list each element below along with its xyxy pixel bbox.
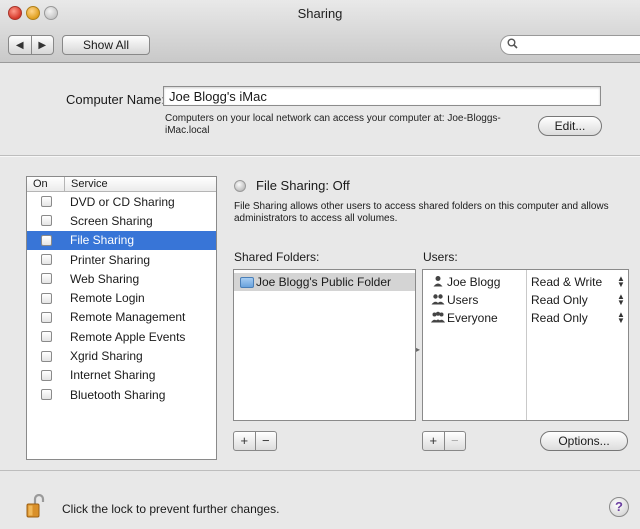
search-icon <box>507 38 518 52</box>
window-title: Sharing <box>297 6 343 21</box>
service-label: Remote Apple Events <box>70 329 186 344</box>
split-resize-handle[interactable]: ▸ <box>416 345 420 354</box>
service-row[interactable]: Remote Management <box>27 308 216 327</box>
file-sharing-status: File Sharing: Off <box>256 178 350 193</box>
service-row[interactable]: Bluetooth Sharing <box>27 385 216 404</box>
service-row[interactable]: Xgrid Sharing <box>27 346 216 365</box>
service-list-header: On Service <box>27 177 216 192</box>
add-folder-button[interactable]: + <box>234 432 255 450</box>
service-label: Internet Sharing <box>70 368 156 383</box>
folder-name: Joe Blogg's Public Folder <box>256 275 392 289</box>
service-checkbox[interactable] <box>41 389 52 401</box>
updown-arrows-icon[interactable]: ▲ ▼ <box>617 293 625 307</box>
users-label: Users: <box>423 250 458 264</box>
service-row[interactable]: Remote Login <box>27 288 216 307</box>
search-input[interactable] <box>500 35 640 55</box>
service-checkbox[interactable] <box>41 369 52 381</box>
lock-icon[interactable] <box>26 493 46 518</box>
updown-arrows-icon[interactable]: ▲ ▼ <box>617 275 625 289</box>
file-sharing-description: File Sharing allows other users to acces… <box>234 201 609 224</box>
service-checkbox[interactable] <box>41 254 52 266</box>
nav-buttons: ◀ ▶ <box>8 35 54 55</box>
computer-name-field[interactable]: Joe Blogg's iMac <box>163 86 601 106</box>
folder-icon <box>240 276 254 288</box>
service-label: Bluetooth Sharing <box>70 387 166 402</box>
add-user-button[interactable]: + <box>423 432 444 450</box>
updown-arrows-icon[interactable]: ▲ ▼ <box>617 311 625 325</box>
service-row[interactable]: Web Sharing <box>27 269 216 288</box>
service-label: DVD or CD Sharing <box>70 194 175 209</box>
permission-select[interactable]: Read Only <box>531 293 588 307</box>
divider-highlight <box>0 156 640 157</box>
service-label: File Sharing <box>70 233 135 248</box>
service-row[interactable]: Printer Sharing <box>27 250 216 269</box>
status-indicator-icon <box>234 180 246 192</box>
table-row[interactable]: Users Read Only ▲ ▼ <box>423 291 628 309</box>
forward-button[interactable]: ▶ <box>30 36 54 54</box>
service-label: Web Sharing <box>70 271 140 286</box>
service-row[interactable]: DVD or CD Sharing <box>27 192 216 211</box>
edit-button[interactable]: Edit... <box>538 116 602 136</box>
computer-name-label: Computer Name: <box>66 92 165 107</box>
computer-address-text: Computers on your local network can acce… <box>165 113 501 136</box>
user-name: Users <box>447 293 479 307</box>
service-checkbox[interactable] <box>41 215 52 227</box>
remove-user-button[interactable]: − <box>443 432 466 450</box>
user-name: Everyone <box>447 311 498 325</box>
column-header-on[interactable]: On <box>27 177 65 191</box>
service-list: On Service DVD or CD Sharing Screen Shari… <box>26 176 217 460</box>
shared-folders-add-remove: + − <box>233 431 277 451</box>
service-row[interactable]: Internet Sharing <box>27 366 216 385</box>
service-row[interactable]: Remote Apple Events <box>27 327 216 346</box>
user-name: Joe Blogg <box>447 275 501 289</box>
service-label: Xgrid Sharing <box>70 349 143 364</box>
shared-folders-list: Joe Blogg's Public Folder <box>233 269 416 421</box>
service-rows: DVD or CD Sharing Screen Sharing File Shar… <box>27 192 216 404</box>
help-button[interactable]: ? <box>609 497 629 517</box>
service-checkbox[interactable] <box>41 292 52 304</box>
service-row[interactable]: File Sharing <box>27 230 216 250</box>
back-button[interactable]: ◀ <box>9 36 31 54</box>
service-label: Printer Sharing <box>70 252 151 267</box>
service-label: Screen Sharing <box>70 213 153 228</box>
users-list: Joe Blogg Read & Write ▲ ▼ Users Read Onl… <box>422 269 629 421</box>
column-header-service[interactable]: Service <box>65 177 108 191</box>
back-arrow-icon: ◀ <box>15 39 24 51</box>
permission-select[interactable]: Read Only <box>531 311 588 325</box>
service-checkbox[interactable] <box>41 273 52 285</box>
service-label: Remote Management <box>70 310 186 325</box>
list-item[interactable]: Joe Blogg's Public Folder <box>234 273 415 291</box>
permission-select[interactable]: Read & Write <box>531 275 602 289</box>
users-add-remove: + − <box>422 431 466 451</box>
group-icon <box>431 293 445 308</box>
service-checkbox[interactable] <box>41 350 52 362</box>
remove-folder-button[interactable]: − <box>254 432 277 450</box>
service-checkbox[interactable] <box>41 311 52 323</box>
sharing-window: Sharing ◀ ▶ Show All Computer Name: Joe … <box>0 0 640 529</box>
footer-divider <box>0 470 640 471</box>
table-row[interactable]: Joe Blogg Read & Write ▲ ▼ <box>423 273 628 291</box>
table-row[interactable]: Everyone Read Only ▲ ▼ <box>423 309 628 327</box>
service-label: Remote Login <box>70 291 145 306</box>
title-bar: Sharing ◀ ▶ Show All <box>0 0 640 63</box>
forward-arrow-icon: ▶ <box>38 39 47 51</box>
shared-folders-label: Shared Folders: <box>234 250 320 264</box>
everyone-icon <box>431 311 445 326</box>
options-button[interactable]: Options... <box>540 431 628 451</box>
service-checkbox[interactable] <box>41 234 52 246</box>
service-checkbox[interactable] <box>41 196 52 208</box>
show-all-button[interactable]: Show All <box>62 35 150 55</box>
service-row[interactable]: Screen Sharing <box>27 211 216 230</box>
single-user-icon <box>431 275 445 290</box>
lock-message: Click the lock to prevent further change… <box>62 502 280 516</box>
service-checkbox[interactable] <box>41 331 52 343</box>
